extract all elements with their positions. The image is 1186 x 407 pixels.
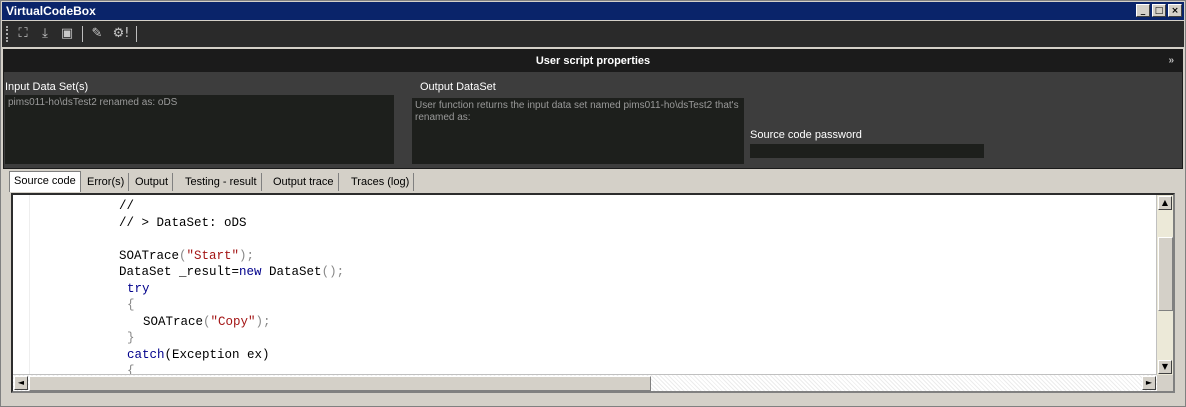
tab-source-code[interactable]: Source code xyxy=(9,171,81,192)
input-dataset-field[interactable]: pims011-ho\dsTest2 renamed as: oDS xyxy=(5,95,394,164)
maximize-button[interactable]: □ xyxy=(1152,4,1166,17)
password-label: Source code password xyxy=(750,129,862,141)
run-icon[interactable]: ⛶ xyxy=(14,26,32,42)
code-token: SOATrace xyxy=(143,314,204,329)
tab-testing-result[interactable]: Testing - result xyxy=(181,173,262,191)
tab-output[interactable]: Output xyxy=(131,173,174,191)
source-code-editor[interactable]: //// > DataSet: oDS SOATrace("Start"); Dat… xyxy=(11,193,1175,393)
code-line: try xyxy=(119,281,344,298)
tab-bar: Source code Error(s) Output Testing - re… xyxy=(3,170,1183,192)
code-token: (); xyxy=(321,265,345,279)
code-token: "Copy" xyxy=(210,314,256,329)
code-token: catch xyxy=(127,347,165,362)
panel-header[interactable]: User script properties » xyxy=(4,50,1182,72)
collapse-icon[interactable]: » xyxy=(1168,50,1174,72)
settings-icon[interactable]: ⚙! xyxy=(110,26,132,42)
main-window: VirtualCodeBox _ □ × ⛶ ⤓ ▣ ✎ ⚙! User scr… xyxy=(0,0,1186,407)
code-area[interactable]: //// > DataSet: oDS SOATrace("Start"); Dat… xyxy=(119,198,344,380)
minimize-button[interactable]: _ xyxy=(1136,4,1150,17)
code-line: } xyxy=(119,330,344,347)
code-line: SOATrace("Copy"); xyxy=(119,314,344,331)
script-properties-panel: User script properties » Input Data Set(… xyxy=(3,49,1183,169)
code-line: // xyxy=(119,198,344,215)
window-title: VirtualCodeBox xyxy=(6,4,96,18)
scrollbar-corner xyxy=(1157,375,1173,391)
window-controls: _ □ × xyxy=(1136,4,1182,17)
code-token: { xyxy=(127,298,135,312)
code-line: SOATrace("Start"); xyxy=(119,248,344,265)
code-token: DataSet _result= xyxy=(119,265,240,279)
code-token: DataSet xyxy=(261,265,322,279)
code-token: ( xyxy=(203,314,211,329)
toolbar-separator xyxy=(82,26,83,42)
code-line: // > DataSet: oDS xyxy=(119,215,344,232)
vertical-scroll-thumb[interactable] xyxy=(1158,237,1173,311)
output-dataset-field[interactable]: User function returns the input data set… xyxy=(412,98,744,164)
code-token: (Exception ex) xyxy=(164,347,270,362)
code-token: // > DataSet: oDS xyxy=(119,215,247,230)
lock-icon[interactable]: ▣ xyxy=(58,26,76,42)
editor-gutter xyxy=(13,195,30,375)
code-token: ( xyxy=(179,248,187,263)
tab-output-trace[interactable]: Output trace xyxy=(269,173,339,191)
password-field[interactable] xyxy=(750,144,984,158)
code-token: SOATrace xyxy=(119,248,180,263)
output-dataset-label: Output DataSet xyxy=(420,81,496,93)
download-icon[interactable]: ⤓ xyxy=(36,26,54,42)
tab-errors[interactable]: Error(s) xyxy=(83,173,130,191)
scroll-right-button[interactable]: ► xyxy=(1142,376,1156,390)
code-token: ); xyxy=(239,248,255,263)
horizontal-scrollbar[interactable]: ◄ ► xyxy=(13,374,1157,391)
code-token: new xyxy=(239,265,262,279)
title-bar: VirtualCodeBox _ □ × xyxy=(2,2,1184,20)
panel-title: User script properties xyxy=(535,55,651,67)
code-line: catch(Exception ex) xyxy=(119,347,344,364)
tab-traces-log[interactable]: Traces (log) xyxy=(347,173,415,191)
toolbar-grip[interactable] xyxy=(6,26,11,42)
scroll-left-button[interactable]: ◄ xyxy=(14,376,28,390)
vertical-scrollbar[interactable]: ▲ ▼ xyxy=(1156,195,1173,375)
code-token: ); xyxy=(255,314,271,329)
code-token: "Start" xyxy=(186,248,240,263)
toolbar: ⛶ ⤓ ▣ ✎ ⚙! xyxy=(2,21,1184,47)
horizontal-scroll-thumb[interactable] xyxy=(29,376,651,391)
code-token: } xyxy=(127,331,135,345)
code-line: { xyxy=(119,297,344,314)
close-button[interactable]: × xyxy=(1168,4,1182,17)
scroll-up-button[interactable]: ▲ xyxy=(1158,196,1172,210)
scroll-down-button[interactable]: ▼ xyxy=(1158,360,1172,374)
code-line: DataSet _result=new DataSet(); xyxy=(119,264,344,281)
code-token: try xyxy=(127,281,150,296)
toolbar-separator xyxy=(136,26,137,42)
code-token: // xyxy=(119,199,135,213)
input-dataset-label: Input Data Set(s) xyxy=(5,81,89,93)
script-icon[interactable]: ✎ xyxy=(88,26,106,42)
